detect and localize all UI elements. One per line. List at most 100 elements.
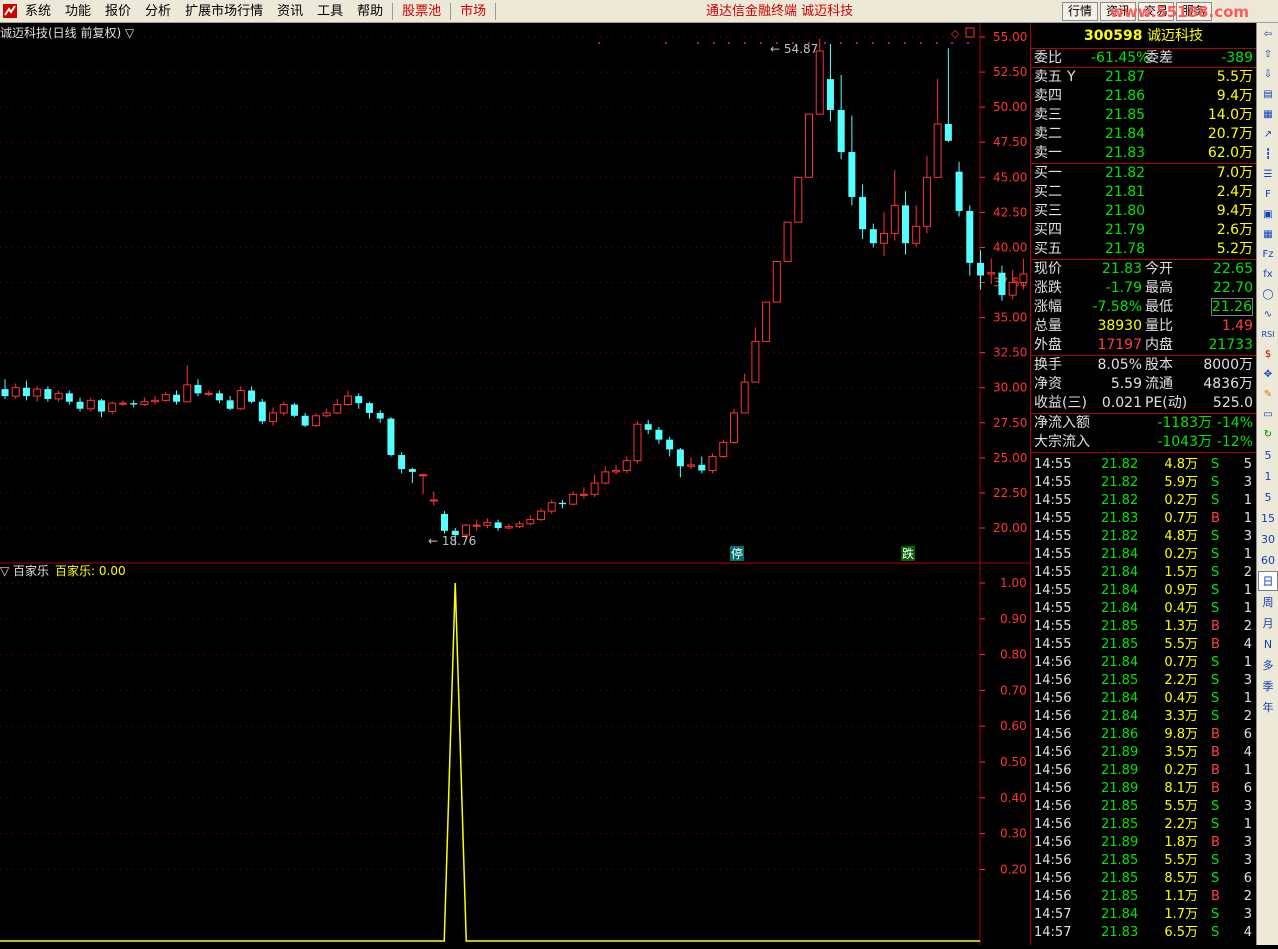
- back-arrow-icon[interactable]: ⇦: [1259, 25, 1277, 43]
- table-icon[interactable]: ▦: [1259, 105, 1277, 123]
- candle: [859, 184, 867, 240]
- candle: [355, 393, 363, 409]
- chart-svg[interactable]: 诚迈科技(日线 前复权) ▽ ◇ 55.00 52.50 50.00 47.50 45.…: [0, 23, 1049, 945]
- signal-dot: [920, 42, 922, 44]
- tick-side: S: [1211, 871, 1220, 886]
- menu-news[interactable]: 资讯: [270, 0, 310, 23]
- period-button[interactable]: 年: [1258, 697, 1278, 717]
- candle: [644, 419, 652, 435]
- candle: [248, 386, 256, 404]
- period-button[interactable]: 15: [1258, 508, 1278, 528]
- menu-stock-pool[interactable]: 股票池: [395, 0, 448, 23]
- signal-dot: [744, 42, 746, 44]
- ask-label: 卖二: [1034, 126, 1062, 142]
- wave-icon[interactable]: ∿: [1259, 305, 1277, 323]
- period-button[interactable]: 5: [1258, 445, 1278, 465]
- menu-quote[interactable]: 报价: [98, 0, 138, 23]
- fx-icon[interactable]: fx: [1259, 265, 1277, 283]
- period-button[interactable]: N: [1258, 634, 1278, 654]
- page-icon[interactable]: ▭: [1259, 405, 1277, 423]
- tick-volume: 0.4万: [1164, 601, 1198, 616]
- tick-volume: 0.7万: [1164, 655, 1198, 670]
- period-button[interactable]: 季: [1258, 676, 1278, 696]
- candle: [44, 386, 52, 402]
- candle: [869, 223, 877, 248]
- app-logo-icon: [3, 4, 17, 18]
- tick-side: S: [1211, 907, 1220, 922]
- tick-volume: 4.8万: [1164, 457, 1198, 472]
- menu-help[interactable]: 帮助: [350, 0, 390, 23]
- f10-icon[interactable]: F: [1259, 185, 1277, 203]
- tick-time: 14:55: [1034, 637, 1072, 652]
- tick-side: S: [1211, 673, 1220, 688]
- ask-row: 卖二 21.84 20.7万: [1031, 125, 1256, 144]
- signal-dot: [967, 42, 969, 44]
- menu-divider: [392, 3, 394, 20]
- stat-label: 外盘: [1034, 337, 1062, 353]
- max-price-label: ← 54.87: [770, 42, 818, 56]
- document-icon[interactable]: ▣: [1259, 205, 1277, 223]
- signal-dot: [713, 42, 715, 44]
- candle: [537, 508, 545, 521]
- menu-market[interactable]: 市场: [453, 0, 493, 23]
- diamond-icon: ◇: [951, 27, 960, 40]
- bid-volume: 5.2万: [1216, 241, 1253, 257]
- trend-icon[interactable]: ↗: [1259, 125, 1277, 143]
- move-icon[interactable]: ✥: [1259, 365, 1277, 383]
- refresh-icon[interactable]: ↻: [1259, 425, 1277, 443]
- candle: [740, 373, 749, 414]
- grid-icon[interactable]: ▦: [1259, 225, 1277, 243]
- down-arrow-icon[interactable]: ⇩: [1259, 65, 1277, 83]
- candle: [408, 467, 416, 484]
- tick-side: S: [1211, 529, 1220, 544]
- menu-extended-market[interactable]: 扩展市场行情: [178, 0, 270, 23]
- menu-function[interactable]: 功能: [58, 0, 98, 23]
- report-icon[interactable]: ▤: [1259, 85, 1277, 103]
- circle-icon[interactable]: ◯: [1259, 285, 1277, 303]
- period-button[interactable]: 1: [1258, 466, 1278, 486]
- info-label: 换手: [1034, 357, 1062, 373]
- tick-volume: 5.9万: [1164, 475, 1198, 490]
- period-button[interactable]: 60: [1258, 550, 1278, 570]
- signal-dot: [904, 42, 906, 44]
- candle: [708, 453, 717, 474]
- menu-tools[interactable]: 工具: [310, 0, 350, 23]
- period-button[interactable]: 月: [1258, 613, 1278, 633]
- candle: [140, 397, 149, 406]
- period-button[interactable]: 5: [1258, 487, 1278, 507]
- tick-volume: 2.2万: [1164, 817, 1198, 832]
- period-button[interactable]: 周: [1258, 592, 1278, 612]
- tick-price: 21.89: [1101, 763, 1139, 778]
- dollar-icon[interactable]: $: [1259, 345, 1277, 363]
- period-button[interactable]: 多: [1258, 655, 1278, 675]
- candle: [912, 205, 921, 248]
- up-arrow-icon[interactable]: ⇧: [1259, 45, 1277, 63]
- tick-time: 14:56: [1034, 889, 1072, 904]
- bid-price: 21.82: [1105, 165, 1146, 181]
- tick-time: 14:56: [1034, 691, 1072, 706]
- period-button[interactable]: 30: [1258, 529, 1278, 549]
- candle: [301, 412, 309, 427]
- ask-volume: 14.0万: [1207, 107, 1253, 123]
- pen-icon[interactable]: ✎: [1259, 385, 1277, 403]
- tick-list[interactable]: 14:55 21.82 4.8万 S 5 14:55 21.82 5.9万 S 3 14:55 21.…: [1031, 453, 1256, 942]
- candle: [977, 250, 985, 290]
- menu-analysis[interactable]: 分析: [138, 0, 178, 23]
- ask-symbol: Y: [1067, 69, 1076, 85]
- weibi-value: -61.45%: [1091, 50, 1150, 66]
- period-button[interactable]: 日: [1258, 571, 1278, 591]
- candle: [601, 466, 610, 485]
- list-icon[interactable]: ☰: [1259, 165, 1277, 183]
- rsi-icon[interactable]: RSI: [1259, 325, 1277, 343]
- signal-dot: [760, 42, 762, 44]
- fiz-icon[interactable]: Fz: [1259, 245, 1277, 263]
- candle: [76, 397, 84, 412]
- kline-icon[interactable]: ┇: [1259, 145, 1277, 163]
- top-button-quote[interactable]: 行情: [1062, 2, 1099, 21]
- chart-area[interactable]: 诚迈科技(日线 前复权) ▽ ◇ 55.00 52.50 50.00 47.50 45.…: [0, 23, 1049, 945]
- candle: [729, 408, 738, 444]
- menu-system[interactable]: 系统: [18, 0, 58, 23]
- tick-price: 21.82: [1101, 529, 1139, 544]
- candle: [161, 391, 170, 402]
- tick-count: 1: [1243, 493, 1252, 508]
